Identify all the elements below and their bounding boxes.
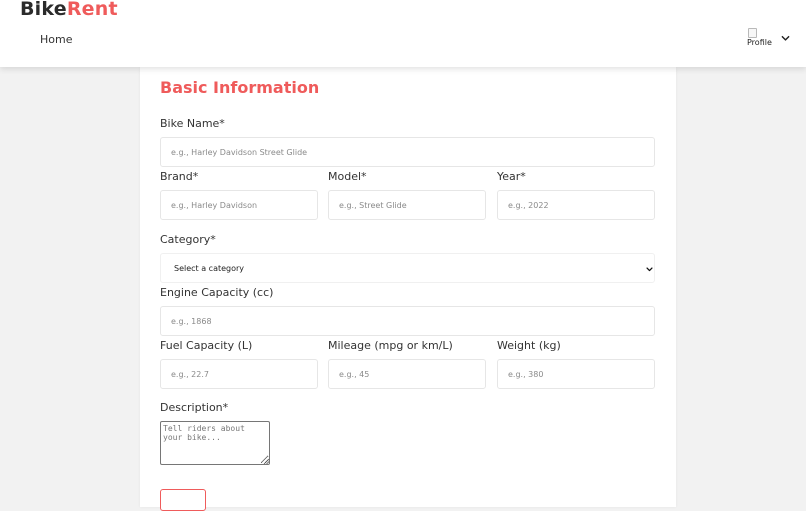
- profile-menu[interactable]: Profile: [746, 27, 794, 51]
- brand-name-part2: Rent: [66, 0, 118, 20]
- category-selected-value: Select a category: [174, 264, 245, 273]
- description-label: Description*: [160, 401, 229, 414]
- top-navbar: BikeRent Home Profile: [0, 0, 806, 67]
- category-label: Category*: [160, 233, 216, 246]
- brand-label: Brand*: [160, 170, 199, 183]
- bike-name-input[interactable]: [160, 137, 655, 167]
- profile-avatar-alt-text: Profile: [747, 38, 772, 47]
- year-label: Year*: [497, 170, 526, 183]
- weight-label: Weight (kg): [497, 339, 561, 352]
- chevron-down-icon: [646, 267, 653, 272]
- fuel-capacity-label: Fuel Capacity (L): [160, 339, 253, 352]
- engine-capacity-input[interactable]: [160, 306, 655, 336]
- broken-image-icon: [748, 28, 757, 38]
- chevron-down-icon[interactable]: [781, 34, 790, 43]
- bike-name-label: Bike Name*: [160, 117, 225, 130]
- mileage-input[interactable]: [328, 359, 486, 389]
- profile-avatar[interactable]: Profile: [746, 27, 776, 51]
- next-button[interactable]: [160, 489, 206, 511]
- mileage-label: Mileage (mpg or km/L): [328, 339, 453, 352]
- fuel-capacity-input[interactable]: [160, 359, 318, 389]
- section-title: Basic Information: [160, 78, 320, 97]
- brand-logo[interactable]: BikeRent: [20, 0, 118, 21]
- engine-capacity-label: Engine Capacity (cc): [160, 286, 274, 299]
- brand-input[interactable]: [160, 190, 318, 220]
- resize-grip-icon[interactable]: [263, 458, 269, 464]
- nav-link-home[interactable]: Home: [40, 33, 72, 47]
- model-input[interactable]: [328, 190, 486, 220]
- year-input[interactable]: [497, 190, 655, 220]
- description-textarea[interactable]: [160, 421, 270, 465]
- weight-input[interactable]: [497, 359, 655, 389]
- brand-name-part1: Bike: [20, 0, 67, 20]
- model-label: Model*: [328, 170, 367, 183]
- category-select[interactable]: Select a category: [160, 253, 655, 283]
